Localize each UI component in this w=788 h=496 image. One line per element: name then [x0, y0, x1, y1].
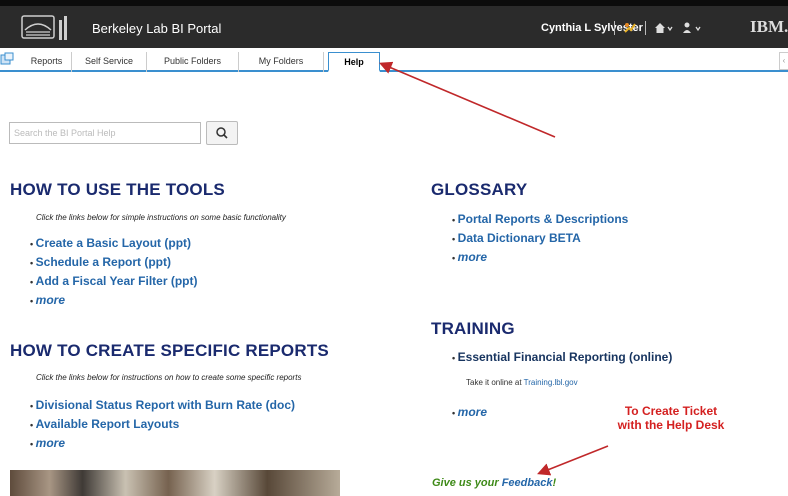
arrow-to-feedback	[537, 445, 609, 476]
arrow-to-help-tab	[379, 61, 556, 138]
annotation-arrows	[379, 61, 609, 476]
